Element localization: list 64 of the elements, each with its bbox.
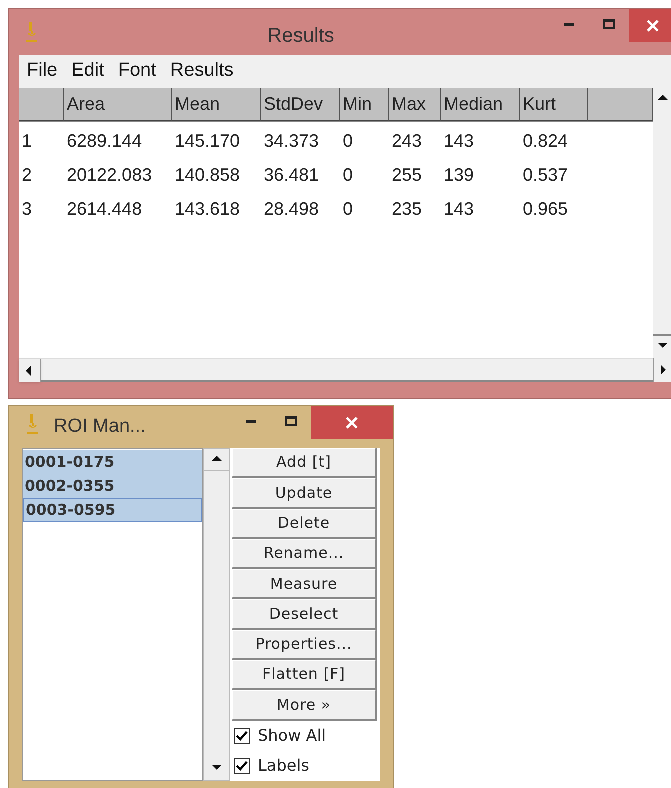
table-cell: 145.170 bbox=[175, 130, 240, 150]
table-cell: 0 bbox=[343, 164, 354, 184]
column-header[interactable] bbox=[19, 88, 64, 121]
table-cell: 34.373 bbox=[264, 130, 320, 150]
close-button[interactable] bbox=[629, 9, 671, 42]
close-icon bbox=[346, 416, 358, 428]
column-header[interactable]: Max bbox=[389, 88, 441, 121]
checkbox[interactable] bbox=[234, 728, 250, 744]
table-cell: 36.481 bbox=[264, 164, 320, 184]
column-header[interactable]: Kurt bbox=[520, 88, 588, 121]
action-button[interactable]: Flatten [F] bbox=[232, 660, 377, 690]
checkbox-label: Labels bbox=[258, 754, 310, 777]
table-cell: 3 bbox=[22, 198, 32, 218]
column-header[interactable]: StdDev bbox=[261, 88, 340, 121]
action-button[interactable]: Rename... bbox=[232, 538, 377, 570]
action-button[interactable]: Add [t] bbox=[232, 448, 377, 478]
microscope-icon bbox=[24, 21, 38, 43]
menu-item[interactable]: Edit bbox=[72, 57, 104, 86]
action-button[interactable]: Update bbox=[232, 478, 377, 509]
table-cell: 0.965 bbox=[523, 198, 568, 218]
check-icon bbox=[236, 730, 248, 741]
close-icon bbox=[647, 20, 659, 32]
table-cell: 0 bbox=[343, 198, 354, 218]
menu-item[interactable]: Font bbox=[118, 57, 156, 86]
vertical-scrollbar[interactable] bbox=[653, 88, 671, 382]
table-cell: 2 bbox=[22, 164, 32, 184]
column-header[interactable]: Median bbox=[441, 88, 520, 121]
table-cell: 28.498 bbox=[264, 198, 320, 218]
list-scrollbar[interactable] bbox=[203, 448, 230, 781]
menu-item[interactable]: File bbox=[27, 57, 58, 86]
table-cell: 0 bbox=[343, 130, 354, 150]
list-item[interactable]: 0001-0175 bbox=[23, 450, 202, 474]
window-title: ROI Man... bbox=[54, 415, 147, 439]
table-cell: 6289.144 bbox=[67, 130, 142, 150]
close-button[interactable] bbox=[311, 406, 393, 439]
window-title: Results bbox=[268, 24, 334, 49]
column-header[interactable]: Area bbox=[64, 88, 172, 121]
checkbox[interactable] bbox=[234, 758, 250, 774]
list-item[interactable]: 0003-0595 bbox=[23, 498, 202, 522]
column-header[interactable]: Min bbox=[340, 88, 389, 121]
action-button[interactable]: More » bbox=[232, 690, 377, 721]
action-button[interactable]: Properties... bbox=[232, 630, 377, 660]
table-cell: 0.537 bbox=[523, 164, 568, 184]
table-cell: 1 bbox=[22, 130, 32, 150]
table-cell: 243 bbox=[392, 130, 422, 150]
action-button[interactable]: Delete bbox=[232, 508, 377, 539]
table-cell: 143 bbox=[444, 130, 474, 150]
table-cell: 0.824 bbox=[523, 130, 568, 150]
checkbox-label: Show All bbox=[258, 724, 326, 747]
table-cell: 139 bbox=[444, 164, 474, 184]
table-cell: 143 bbox=[444, 198, 474, 218]
microscope-icon bbox=[24, 413, 38, 435]
table-cell: 140.858 bbox=[175, 164, 240, 184]
action-button[interactable]: Deselect bbox=[232, 599, 377, 630]
list-item[interactable]: 0002-0355 bbox=[23, 474, 202, 498]
menu-item[interactable]: Results bbox=[170, 57, 234, 86]
table-cell: 255 bbox=[392, 164, 422, 184]
table-cell: 143.618 bbox=[175, 198, 240, 218]
check-icon bbox=[236, 760, 248, 771]
column-header[interactable]: Mean bbox=[172, 88, 261, 121]
table-cell: 235 bbox=[392, 198, 422, 218]
table-cell: 20122.083 bbox=[67, 164, 152, 184]
action-button[interactable]: Measure bbox=[232, 569, 377, 600]
table-cell: 2614.448 bbox=[67, 198, 142, 218]
